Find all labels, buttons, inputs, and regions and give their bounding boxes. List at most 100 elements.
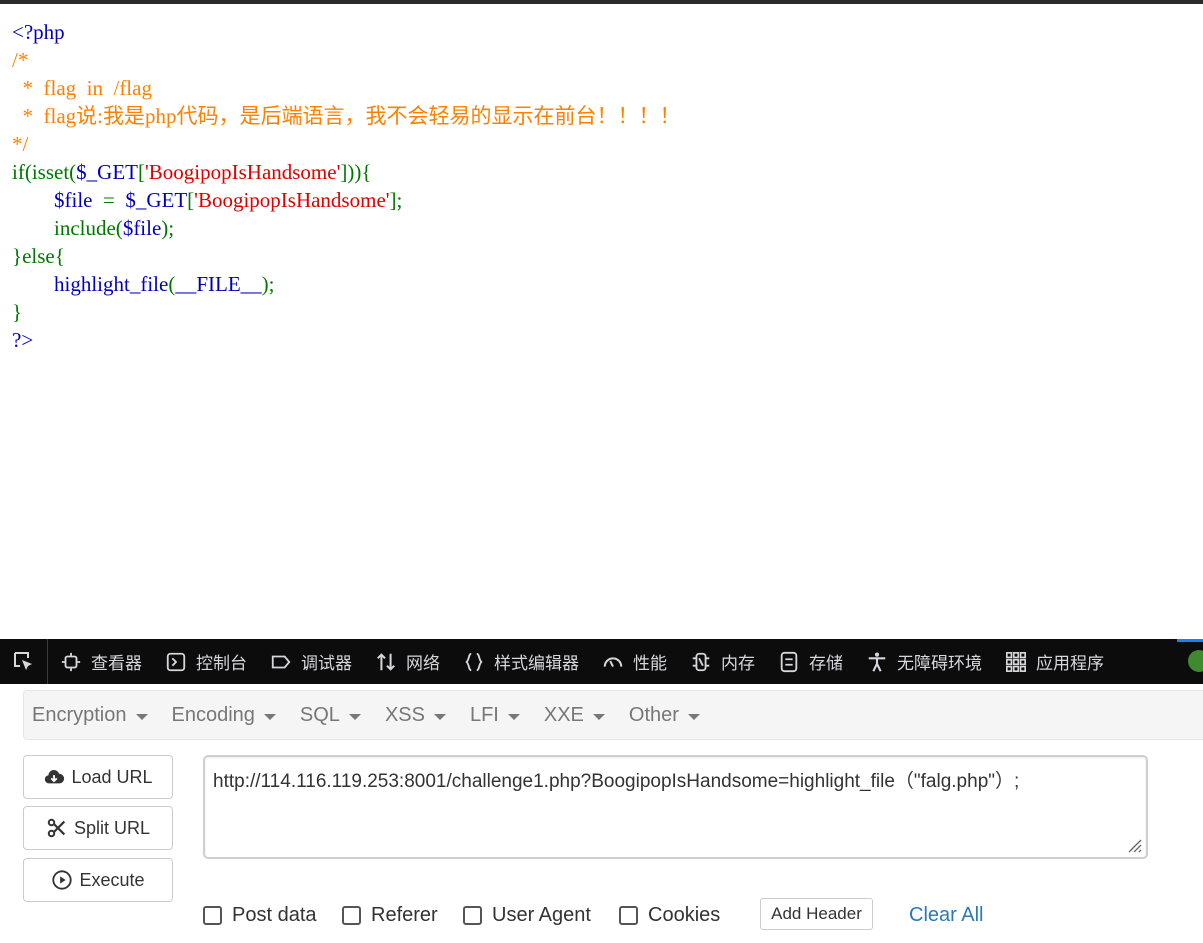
- devtools-tab-console[interactable]: 控制台: [153, 639, 258, 684]
- devtools-tab-debugger[interactable]: 调试器: [258, 639, 363, 684]
- load-url-button[interactable]: Load URL: [23, 755, 173, 799]
- application-icon: [1005, 651, 1027, 673]
- code-line: }else{: [12, 242, 680, 270]
- user-agent-label: User Agent: [492, 903, 591, 926]
- execute-label: Execute: [79, 869, 145, 890]
- code-token: * flag in /flag: [12, 76, 152, 100]
- console-icon: [165, 651, 187, 673]
- devtools-tab-performance[interactable]: 性能: [590, 639, 678, 684]
- caret-down-icon: [433, 713, 446, 720]
- code-token: $file: [122, 216, 162, 240]
- code-line: }: [12, 298, 680, 326]
- caret-down-icon: [687, 713, 700, 720]
- code-line: ?>: [12, 326, 680, 354]
- cookies-checkbox[interactable]: [619, 905, 638, 925]
- storage-icon: [778, 651, 800, 673]
- menu-other[interactable]: Other: [620, 704, 709, 727]
- code-token: if(isset(: [12, 160, 77, 184]
- hackbar-menu: Encryption Encoding SQL XSS LFI XXE Other: [23, 690, 1203, 740]
- devtools-tab-label: 性能: [633, 654, 667, 674]
- referer-label: Referer: [371, 903, 438, 926]
- post-data-option[interactable]: Post data: [203, 901, 317, 929]
- user-agent-option[interactable]: User Agent: [463, 901, 591, 929]
- code-token: highlight_file: [54, 272, 169, 296]
- menu-label: Other: [628, 703, 679, 726]
- devtools-tab-memory[interactable]: 内存: [678, 639, 766, 684]
- devtools-tab-label: 存储: [809, 654, 843, 674]
- menu-encryption[interactable]: Encryption: [24, 704, 157, 727]
- menu-xss[interactable]: XSS: [376, 704, 455, 727]
- code-token: 'BoogipopIsHandsome': [194, 188, 390, 212]
- code-token: ];: [389, 188, 403, 212]
- code-token: }: [12, 300, 23, 324]
- code-line: */: [12, 130, 680, 158]
- resize-grip-icon[interactable]: [1124, 835, 1142, 853]
- code-token: [: [137, 160, 145, 184]
- devtools-tab-label: 应用程序: [1036, 654, 1104, 674]
- devtools-tab-label: 网络: [406, 654, 440, 674]
- post-data-label: Post data: [232, 903, 317, 926]
- scissors-icon: [46, 817, 68, 839]
- menu-sql[interactable]: SQL: [291, 704, 370, 727]
- menu-label: LFI: [469, 703, 499, 726]
- devtools-active-accent: [1177, 639, 1203, 642]
- code-line: $file = $_GET['BoogipopIsHandsome'];: [12, 186, 680, 214]
- code-token: =: [102, 188, 126, 212]
- code-token: }else{: [12, 244, 65, 268]
- performance-icon: [602, 651, 624, 673]
- devtools-tab-label: 控制台: [196, 654, 247, 674]
- cookies-option[interactable]: Cookies: [619, 901, 720, 929]
- element-picker-button[interactable]: [0, 639, 48, 684]
- memory-icon: [690, 651, 712, 673]
- play-circle-icon: [51, 869, 73, 891]
- referer-option[interactable]: Referer: [342, 901, 438, 929]
- code-token: __FILE__: [175, 272, 262, 296]
- caret-down-icon: [263, 713, 276, 720]
- code-token: include(: [12, 216, 123, 240]
- devtools-tab-style-editor[interactable]: 样式编辑器: [451, 639, 590, 684]
- url-textarea[interactable]: http://114.116.119.253:8001/challenge1.p…: [203, 755, 1148, 859]
- code-token: 'BoogipopIsHandsome': [144, 160, 341, 184]
- browser-top-edge: [0, 0, 1203, 4]
- split-url-label: Split URL: [73, 817, 151, 838]
- menu-encoding[interactable]: Encoding: [163, 704, 285, 727]
- menu-lfi[interactable]: LFI: [461, 704, 529, 727]
- extension-frog-icon[interactable]: [1188, 650, 1203, 672]
- url-text: http://114.116.119.253:8001/challenge1.p…: [213, 771, 1020, 792]
- user-agent-checkbox[interactable]: [463, 905, 482, 925]
- devtools-tab-label: 内存: [721, 654, 755, 674]
- code-line: include($file);: [12, 214, 680, 242]
- code-token: ])){: [340, 160, 372, 184]
- code-token: */: [12, 132, 29, 156]
- menu-label: XSS: [384, 703, 425, 726]
- code-token: $_GET: [125, 188, 188, 212]
- code-line: /*: [12, 46, 680, 74]
- clear-all-link[interactable]: Clear All: [909, 901, 983, 929]
- caret-down-icon: [507, 713, 520, 720]
- referer-checkbox[interactable]: [342, 905, 361, 925]
- devtools-tab-label: 样式编辑器: [494, 654, 579, 674]
- devtools-tab-inspector[interactable]: 查看器: [48, 639, 153, 684]
- cookies-label: Cookies: [648, 903, 721, 926]
- devtools-tab-application[interactable]: 应用程序: [993, 639, 1115, 684]
- code-token: <?php: [12, 20, 65, 44]
- element-picker-icon: [13, 651, 32, 670]
- cloud-download-icon: [43, 766, 65, 788]
- network-icon: [375, 651, 397, 673]
- devtools-tab-storage[interactable]: 存储: [766, 639, 854, 684]
- add-header-button[interactable]: Add Header: [760, 898, 873, 930]
- inspector-icon: [60, 651, 82, 673]
- menu-label: SQL: [299, 703, 340, 726]
- php-source-code: <?php /* * flag in /flag * flag说:我是php代码，…: [12, 18, 680, 354]
- execute-button[interactable]: Execute: [23, 858, 173, 902]
- menu-xxe[interactable]: XXE: [535, 704, 614, 727]
- split-url-button[interactable]: Split URL: [23, 806, 173, 850]
- devtools-tab-network[interactable]: 网络: [363, 639, 451, 684]
- post-data-checkbox[interactable]: [203, 905, 222, 925]
- devtools-tab-accessibility[interactable]: 无障碍环境: [854, 639, 993, 684]
- menu-label: Encoding: [171, 703, 255, 726]
- accessibility-icon: [866, 651, 888, 673]
- menu-label: XXE: [543, 703, 584, 726]
